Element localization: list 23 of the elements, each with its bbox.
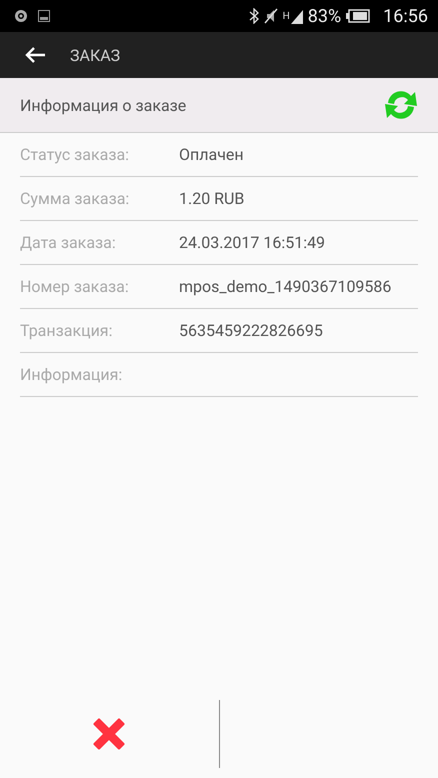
field-label: Статус заказа:	[20, 145, 130, 164]
section-title: Информация о заказе	[20, 96, 186, 114]
field-value: mpos_demo_1490367109586	[179, 277, 392, 296]
screen-title: ЗАКАЗ	[70, 46, 120, 64]
app-icon	[14, 9, 28, 23]
field-label: Сумма заказа:	[20, 189, 130, 208]
bluetooth-icon	[248, 8, 259, 24]
field-label: Транзакция:	[20, 321, 114, 340]
field-label: Информация:	[20, 365, 124, 384]
field-value: 5635459222826695	[179, 321, 323, 340]
signal-icon	[290, 8, 303, 24]
network-type: H	[282, 10, 290, 22]
field-label: Номер заказа:	[20, 277, 130, 296]
battery-icon	[346, 9, 370, 23]
field-value: Оплачен	[179, 145, 244, 164]
image-icon	[38, 10, 50, 22]
field-label: Дата заказа:	[20, 233, 117, 252]
back-arrow-icon[interactable]	[24, 46, 46, 64]
clock: 16:56	[383, 6, 428, 26]
battery-percent: 83%	[308, 6, 342, 26]
field-value: 24.03.2017 16:51:49	[179, 233, 326, 252]
field-value: 1.20 RUB	[179, 189, 244, 208]
mute-icon	[264, 8, 278, 24]
